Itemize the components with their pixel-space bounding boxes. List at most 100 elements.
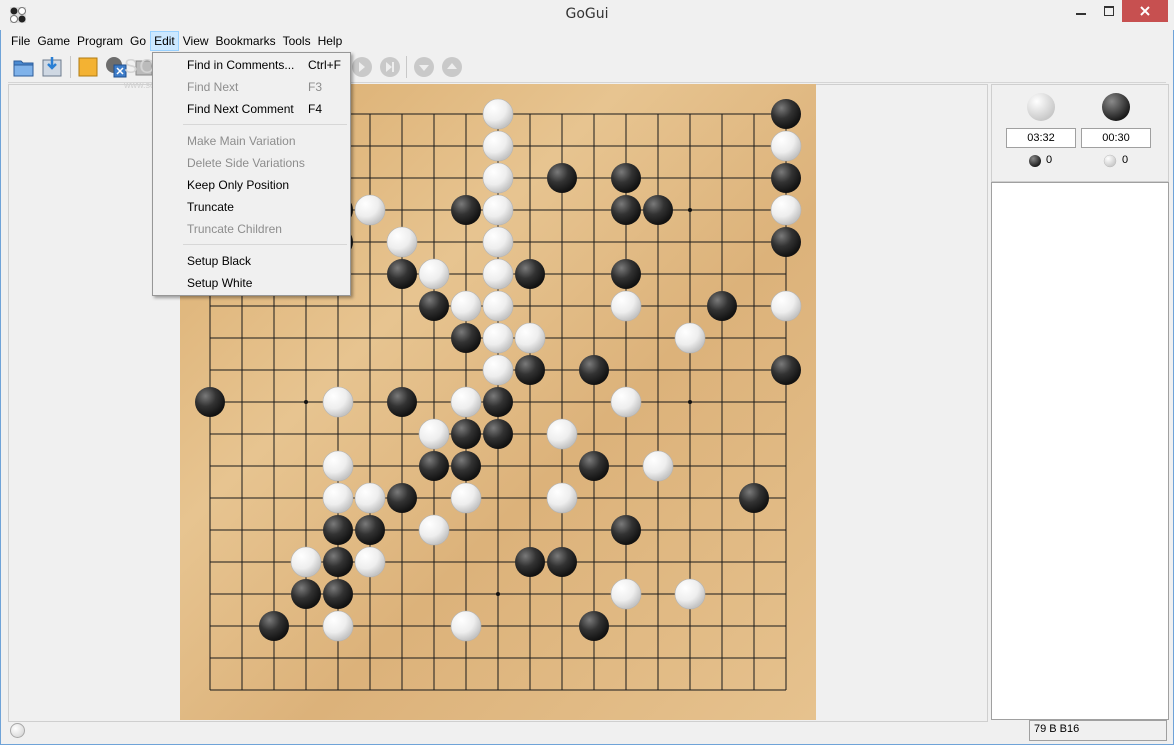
white-stone[interactable] xyxy=(482,290,514,322)
menuitem-setup-white[interactable]: Setup White xyxy=(154,272,349,294)
menu-tools[interactable]: Tools xyxy=(280,31,314,51)
black-stone[interactable] xyxy=(643,195,673,225)
minimize-button[interactable] xyxy=(1068,0,1094,22)
open-icon[interactable] xyxy=(12,55,36,79)
menuitem-find-next-comment[interactable]: Find Next Comment F4 xyxy=(154,98,349,120)
white-stone[interactable] xyxy=(482,322,514,354)
close-button[interactable] xyxy=(1122,0,1168,22)
title-bar[interactable] xyxy=(0,0,1174,30)
new-game-icon[interactable] xyxy=(76,55,100,79)
white-stone[interactable] xyxy=(674,322,706,354)
black-stone[interactable] xyxy=(387,259,417,289)
black-stone[interactable] xyxy=(547,547,577,577)
white-stone[interactable] xyxy=(322,450,354,482)
menu-game[interactable]: Game xyxy=(34,31,73,51)
black-stone[interactable] xyxy=(707,291,737,321)
white-stone[interactable] xyxy=(482,194,514,226)
menuitem-make-main-variation[interactable]: Make Main Variation xyxy=(154,130,349,152)
menu-help[interactable]: Help xyxy=(315,31,346,51)
white-stone[interactable] xyxy=(418,514,450,546)
black-stone[interactable] xyxy=(611,515,641,545)
white-stone[interactable] xyxy=(322,386,354,418)
black-stone[interactable] xyxy=(451,451,481,481)
white-stone[interactable] xyxy=(322,482,354,514)
black-stone[interactable] xyxy=(323,547,353,577)
black-stone[interactable] xyxy=(771,227,801,257)
black-stone[interactable] xyxy=(259,611,289,641)
menuitem-truncate-children[interactable]: Truncate Children xyxy=(154,218,349,240)
black-stone[interactable] xyxy=(451,195,481,225)
black-stone[interactable] xyxy=(771,163,801,193)
black-stone[interactable] xyxy=(451,419,481,449)
black-stone[interactable] xyxy=(771,355,801,385)
menu-file[interactable]: File xyxy=(8,31,33,51)
previous-variation-icon[interactable] xyxy=(412,55,436,79)
white-stone[interactable] xyxy=(482,226,514,258)
white-stone[interactable] xyxy=(450,386,482,418)
white-stone[interactable] xyxy=(354,194,386,226)
menuitem-keep-only-position[interactable]: Keep Only Position xyxy=(154,174,349,196)
black-stone[interactable] xyxy=(387,387,417,417)
white-stone[interactable] xyxy=(354,546,386,578)
menuitem-setup-black[interactable]: Setup Black xyxy=(154,250,349,272)
black-stone[interactable] xyxy=(355,515,385,545)
white-stone[interactable] xyxy=(322,610,354,642)
save-icon[interactable] xyxy=(40,55,64,79)
menuitem-find-in-comments[interactable]: Find in Comments... Ctrl+F xyxy=(154,54,349,76)
white-stone[interactable] xyxy=(642,450,674,482)
white-stone[interactable] xyxy=(482,354,514,386)
white-stone[interactable] xyxy=(610,290,642,322)
white-stone[interactable] xyxy=(450,610,482,642)
menuitem-delete-side-variations[interactable]: Delete Side Variations xyxy=(154,152,349,174)
white-stone[interactable] xyxy=(418,258,450,290)
menu-go[interactable]: Go xyxy=(127,31,149,51)
white-stone[interactable] xyxy=(418,418,450,450)
maximize-button[interactable] xyxy=(1096,0,1122,22)
white-stone[interactable] xyxy=(290,546,322,578)
white-stone[interactable] xyxy=(450,482,482,514)
black-stone[interactable] xyxy=(771,99,801,129)
black-stone[interactable] xyxy=(515,547,545,577)
white-stone[interactable] xyxy=(610,386,642,418)
white-stone[interactable] xyxy=(770,194,802,226)
black-stone[interactable] xyxy=(579,451,609,481)
forward-icon[interactable] xyxy=(350,55,374,79)
white-stone[interactable] xyxy=(386,226,418,258)
white-stone[interactable] xyxy=(482,98,514,130)
black-stone[interactable] xyxy=(451,323,481,353)
black-stone[interactable] xyxy=(515,355,545,385)
black-stone[interactable] xyxy=(515,259,545,289)
menu-bookmarks[interactable]: Bookmarks xyxy=(213,31,279,51)
menu-view[interactable]: View xyxy=(180,31,212,51)
menu-edit[interactable]: Edit xyxy=(150,31,179,51)
black-stone[interactable] xyxy=(739,483,769,513)
white-stone[interactable] xyxy=(482,130,514,162)
black-stone[interactable] xyxy=(387,483,417,513)
white-stone[interactable] xyxy=(482,162,514,194)
black-stone[interactable] xyxy=(323,515,353,545)
white-stone[interactable] xyxy=(546,482,578,514)
black-stone[interactable] xyxy=(611,163,641,193)
black-stone[interactable] xyxy=(611,195,641,225)
white-stone[interactable] xyxy=(482,258,514,290)
next-variation-icon[interactable] xyxy=(440,55,464,79)
black-stone[interactable] xyxy=(323,579,353,609)
white-stone[interactable] xyxy=(674,578,706,610)
white-stone[interactable] xyxy=(610,578,642,610)
black-stone[interactable] xyxy=(419,451,449,481)
black-stone[interactable] xyxy=(579,355,609,385)
black-stone[interactable] xyxy=(291,579,321,609)
black-stone[interactable] xyxy=(547,163,577,193)
white-stone[interactable] xyxy=(546,418,578,450)
black-stone[interactable] xyxy=(611,259,641,289)
menuitem-find-next[interactable]: Find Next F3 xyxy=(154,76,349,98)
white-stone[interactable] xyxy=(450,290,482,322)
black-stone[interactable] xyxy=(483,419,513,449)
black-stone[interactable] xyxy=(579,611,609,641)
comment-area[interactable] xyxy=(991,182,1169,720)
menu-program[interactable]: Program xyxy=(74,31,126,51)
black-stone[interactable] xyxy=(419,291,449,321)
white-stone[interactable] xyxy=(770,290,802,322)
white-stone[interactable] xyxy=(514,322,546,354)
end-icon[interactable] xyxy=(378,55,402,79)
